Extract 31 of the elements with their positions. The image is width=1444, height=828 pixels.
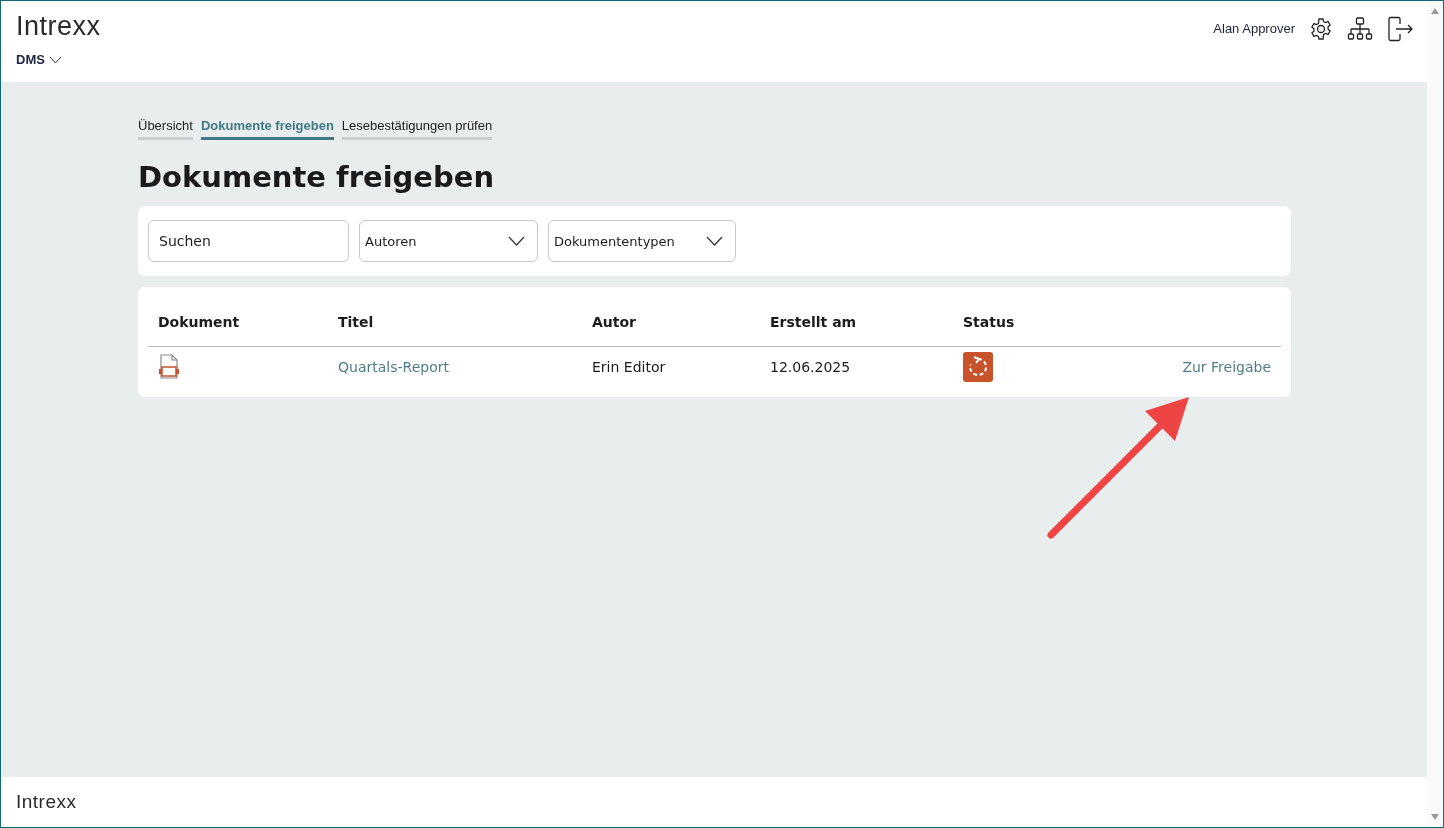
logo[interactable]: Intrexx (16, 11, 101, 42)
table-cell-text: 12.06.2025 (769, 359, 852, 375)
chevron-down-icon (508, 236, 525, 246)
sitemap-icon[interactable] (1347, 16, 1373, 41)
table-cell-text: Erin Editor (591, 359, 667, 375)
user-name[interactable]: Alan Approver (1213, 21, 1295, 36)
document-title-link[interactable]: Quartals-Report (338, 359, 449, 375)
scroll-down-icon[interactable] (1430, 813, 1440, 821)
scroll-up-icon[interactable] (1430, 7, 1440, 15)
app-menu[interactable]: DMS (16, 52, 62, 67)
page-title: Dokumente freigeben (138, 160, 496, 194)
column-header: Titel (337, 312, 375, 330)
column-header: Dokument (157, 312, 241, 330)
refresh-icon (963, 352, 993, 382)
tab[interactable]: Dokumente freigeben (200, 118, 334, 140)
column-header: Autor (591, 312, 638, 330)
chevron-down-icon (48, 55, 62, 64)
tab[interactable]: Übersicht (138, 118, 193, 140)
search-field[interactable]: Suchen (148, 220, 349, 262)
approval-link[interactable]: Zur Freigabe (1182, 359, 1271, 375)
filter-dropdown[interactable]: Autoren (359, 220, 538, 262)
column-header: Erstellt am (769, 312, 858, 330)
document-icon (158, 354, 180, 380)
column-header: Status (962, 312, 1016, 330)
logout-icon[interactable] (1387, 15, 1413, 42)
tab[interactable]: Lesebestätigungen prüfen (341, 118, 493, 140)
filter-dropdown[interactable]: Dokumententypen (548, 220, 736, 262)
chevron-down-icon (706, 236, 723, 246)
settings-icon[interactable] (1309, 16, 1333, 41)
scrollbar[interactable] (1427, 1, 1443, 827)
footer-logo: Intrexx (16, 791, 77, 813)
